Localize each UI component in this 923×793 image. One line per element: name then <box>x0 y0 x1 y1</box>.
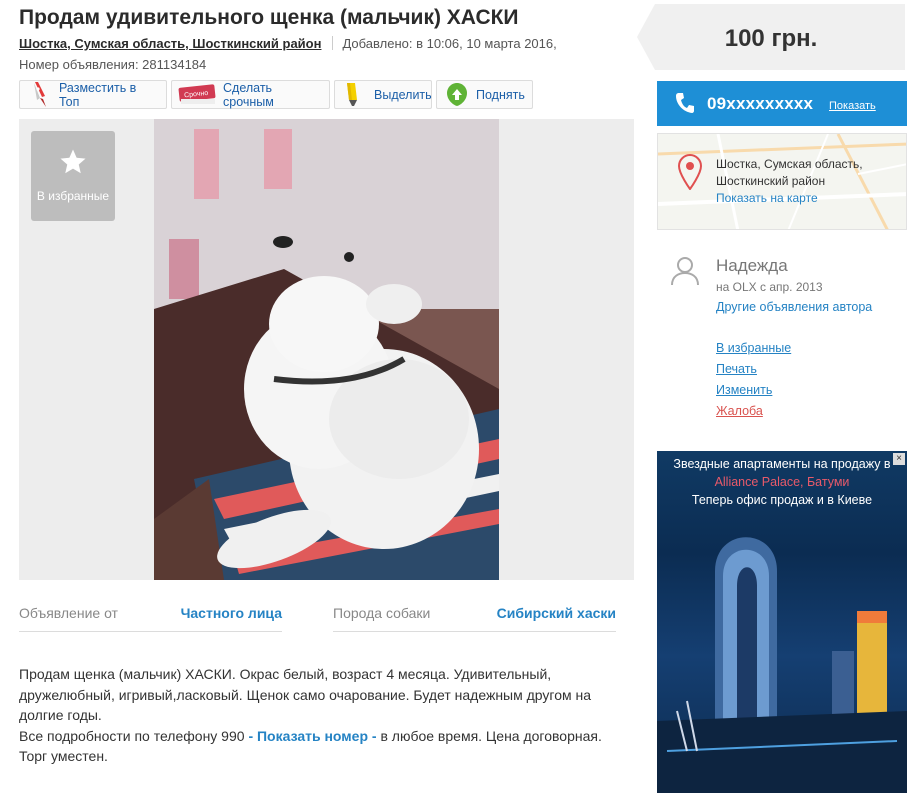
rocket-icon <box>26 80 54 109</box>
map-address-line1: Шостка, Сумская область, <box>716 157 863 171</box>
other-ads-link[interactable]: Другие объявления автора <box>716 300 872 314</box>
ad-number: Номер объявления: 281134184 <box>19 57 207 72</box>
seller-since: на OLX с апр. 2013 <box>716 280 823 294</box>
raise-button-label: Поднять <box>476 87 525 102</box>
map-address-line2: Шосткинский район <box>716 173 826 188</box>
complaint-link[interactable]: Жалоба <box>716 404 791 425</box>
marker-icon <box>341 80 369 109</box>
top-button[interactable]: Разместить в Топ <box>19 80 167 109</box>
price-box: 100 грн. <box>637 4 905 70</box>
phone-number: 09xxxxxxxxx <box>707 94 814 113</box>
show-number-link[interactable]: - Показать номер - <box>248 728 376 744</box>
promo-toolbar: Разместить в Топ Срочно Сделать срочным … <box>19 80 533 109</box>
seller-name: Надежда <box>716 256 788 275</box>
ad-building-image <box>657 537 907 793</box>
listing-meta: Шостка, Сумская область, Шосткинский рай… <box>19 36 557 51</box>
map-box[interactable]: Шостка, Сумская область, Шосткинский рай… <box>657 133 907 230</box>
phone-box[interactable]: 09xxxxxxxxx Показать <box>657 81 907 126</box>
phone-icon <box>676 93 694 113</box>
print-link[interactable]: Печать <box>716 362 791 383</box>
puppy-photo-image <box>154 119 499 580</box>
param-value-link[interactable]: Частного лица <box>181 605 282 621</box>
param-value-link[interactable]: Сибирский хаски <box>497 605 616 621</box>
top-button-label: Разместить в Топ <box>59 80 137 109</box>
highlight-button-label: Выделить <box>374 87 432 102</box>
param-breed: Порода собаки Сибирский хаски <box>333 596 616 632</box>
edit-link[interactable]: Изменить <box>716 383 791 404</box>
urgent-button[interactable]: Срочно Сделать срочным <box>171 80 330 109</box>
description-line2-start: Все подробности по телефону 990 <box>19 727 245 744</box>
add-to-favorites-link[interactable]: В избранные <box>716 341 791 362</box>
photo-gallery: В избранные <box>19 119 634 580</box>
highlight-button[interactable]: Выделить <box>334 80 432 109</box>
map-pin-icon <box>678 154 702 190</box>
added-date: Добавлено: в 10:06, 10 марта 2016, <box>342 36 557 51</box>
ad-banner[interactable]: × Звездные апартаменты на продажу в Alli… <box>657 451 907 793</box>
show-phone-link[interactable]: Показать <box>829 100 876 112</box>
param-key: Объявление от <box>19 605 118 621</box>
description-text: Продам щенка (мальчик) ХАСКИ. Окрас белы… <box>19 666 592 723</box>
listing-title: Продам удивительного щенка (мальчик) ХАС… <box>19 6 519 29</box>
star-icon <box>60 149 86 174</box>
listing-params: Объявление от Частного лица Порода собак… <box>19 596 634 632</box>
urgent-button-label: Сделать срочным <box>223 80 274 109</box>
listing-photo[interactable] <box>154 119 499 580</box>
urgent-badge-icon: Срочно <box>178 80 218 109</box>
map-address: Шостка, Сумская область, Шосткинский рай… <box>716 156 863 189</box>
user-avatar-icon <box>671 257 699 286</box>
favorite-button[interactable]: В избранные <box>31 131 115 221</box>
price-value: 100 грн. <box>724 25 818 52</box>
show-on-map-link[interactable]: Показать на карте <box>716 191 818 205</box>
favorite-label: В избранные <box>36 189 110 203</box>
location-link[interactable]: Шостка, Сумская область, Шосткинский рай… <box>19 36 321 51</box>
raise-button[interactable]: Поднять <box>436 80 533 109</box>
param-key: Порода собаки <box>333 605 431 621</box>
listing-description: Продам щенка (мальчик) ХАСКИ. Окрас белы… <box>19 664 631 767</box>
param-seller-type: Объявление от Частного лица <box>19 596 282 632</box>
raise-arrow-icon <box>443 80 471 109</box>
listing-actions: В избранные Печать Изменить Жалоба <box>716 341 791 425</box>
divider <box>332 36 334 50</box>
